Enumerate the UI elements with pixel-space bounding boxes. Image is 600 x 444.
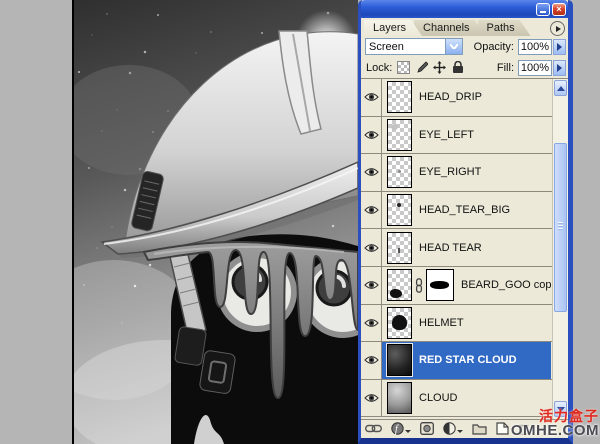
opacity-arrow-icon[interactable]: [553, 39, 566, 55]
layer-name: RED STAR CLOUD: [419, 354, 517, 366]
eye-icon: [364, 92, 379, 102]
add-layer-mask-icon[interactable]: [420, 422, 434, 435]
visibility-toggle[interactable]: [361, 305, 382, 342]
layer-name: EYE_LEFT: [419, 129, 474, 141]
eye-icon: [364, 243, 379, 253]
layer-row-eye-right[interactable]: EYE_RIGHT: [361, 154, 568, 192]
lock-label: Lock:: [366, 62, 392, 74]
fill-label: Fill:: [497, 62, 514, 74]
watermark: 活力盒子 OMHE.COM: [511, 409, 599, 438]
visibility-toggle[interactable]: [361, 117, 382, 154]
layer-row-head-tear-big[interactable]: HEAD_TEAR_BIG: [361, 192, 568, 230]
layer-name: CLOUD: [419, 392, 458, 404]
layer-row-beard-goo-copy-2[interactable]: BEARD_GOO copy 2: [361, 267, 568, 305]
link-layers-icon[interactable]: [365, 424, 382, 433]
eye-icon: [364, 393, 379, 403]
lock-position-icon[interactable]: [433, 61, 446, 74]
panel-title-bar[interactable]: ×: [361, 0, 568, 18]
layer-style-icon[interactable]: f: [391, 422, 411, 435]
eye-icon: [364, 167, 379, 177]
lock-all-icon[interactable]: [451, 61, 464, 74]
tab-channels[interactable]: Channels: [414, 20, 485, 36]
photoshop-workspace: × Layers Channels Paths Screen Opacity: …: [0, 0, 600, 444]
panel-menu-icon[interactable]: [550, 21, 565, 36]
layer-row-helmet[interactable]: HELMET: [361, 305, 568, 343]
chevron-down-icon[interactable]: [445, 39, 462, 54]
watermark-chinese: 活力盒子: [511, 409, 599, 423]
visibility-toggle[interactable]: [361, 342, 382, 379]
layer-thumbnail[interactable]: [387, 344, 412, 376]
link-icon: [415, 278, 423, 293]
layer-thumbnail[interactable]: [387, 307, 412, 339]
layer-name: HEAD_DRIP: [419, 91, 482, 103]
opacity-value[interactable]: 100%: [518, 39, 552, 55]
layer-list: HEAD_DRIP EYE_LEFT EYE_RIGHT: [361, 78, 568, 419]
layer-row-head-drip[interactable]: HEAD_DRIP: [361, 79, 568, 117]
tab-paths[interactable]: Paths: [478, 20, 531, 36]
eye-icon: [364, 130, 379, 140]
document-canvas[interactable]: [72, 0, 358, 444]
layer-name: BEARD_GOO copy 2: [461, 279, 551, 291]
new-group-icon[interactable]: [472, 423, 487, 435]
lock-transparency-icon[interactable]: [397, 61, 410, 74]
visibility-toggle[interactable]: [361, 380, 382, 417]
new-layer-icon[interactable]: [496, 422, 509, 435]
visibility-toggle[interactable]: [361, 154, 382, 191]
layer-list-scrollbar[interactable]: [552, 79, 568, 419]
layer-thumbnail[interactable]: [387, 232, 412, 264]
layer-name: HEAD TEAR: [419, 242, 482, 254]
blend-mode-value: Screen: [366, 41, 445, 53]
watermark-site: OMHE.COM: [511, 423, 599, 438]
layer-thumbnail[interactable]: [387, 81, 412, 113]
layer-row-head-tear[interactable]: HEAD TEAR: [361, 229, 568, 267]
layer-thumbnail[interactable]: [387, 269, 412, 301]
layer-row-red-star-cloud[interactable]: RED STAR CLOUD: [361, 342, 568, 380]
layer-thumbnail[interactable]: [387, 156, 412, 188]
close-icon: ×: [556, 5, 561, 13]
visibility-toggle[interactable]: [361, 79, 382, 116]
scrollbar-thumb[interactable]: [554, 143, 567, 312]
fill-value[interactable]: 100%: [518, 60, 552, 76]
adjustment-layer-icon[interactable]: [443, 422, 463, 435]
layer-thumbnail[interactable]: [387, 382, 412, 414]
artwork-image: [74, 0, 358, 444]
eye-icon: [364, 318, 379, 328]
tab-layers[interactable]: Layers: [364, 20, 422, 36]
fill-arrow-icon[interactable]: [553, 60, 566, 76]
visibility-toggle[interactable]: [361, 267, 382, 304]
layer-name: HELMET: [419, 317, 464, 329]
layer-row-eye-left[interactable]: EYE_LEFT: [361, 117, 568, 155]
layers-panel: × Layers Channels Paths Screen Opacity: …: [358, 0, 573, 444]
scroll-up-icon[interactable]: [554, 80, 567, 96]
layer-thumbnail[interactable]: [387, 119, 412, 151]
layer-name: HEAD_TEAR_BIG: [419, 204, 510, 216]
panel-tabs: Layers Channels Paths: [361, 18, 568, 36]
layer-mask-thumbnail[interactable]: [426, 269, 454, 301]
opacity-label: Opacity:: [474, 41, 514, 53]
lock-paint-icon[interactable]: [415, 61, 428, 74]
lock-row: Lock: Fill: [361, 57, 568, 78]
close-button[interactable]: ×: [552, 3, 566, 16]
blend-row: Screen Opacity: 100%: [361, 36, 568, 57]
eye-icon: [364, 205, 379, 215]
visibility-toggle[interactable]: [361, 192, 382, 229]
layer-thumbnail[interactable]: [387, 194, 412, 226]
blend-mode-select[interactable]: Screen: [365, 38, 463, 55]
eye-icon: [364, 280, 379, 290]
eye-icon: [364, 355, 379, 365]
visibility-toggle[interactable]: [361, 229, 382, 266]
layer-name: EYE_RIGHT: [419, 166, 481, 178]
minimize-button[interactable]: [536, 3, 550, 16]
